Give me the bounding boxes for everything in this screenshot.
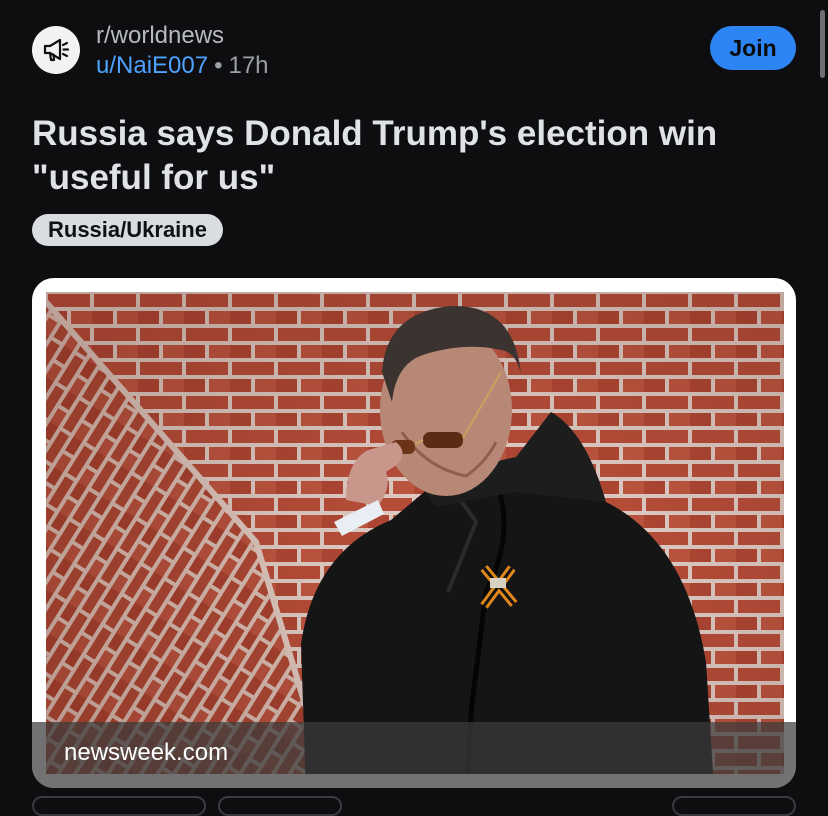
post-meta: u/NaiE007 • 17h [96,52,269,80]
scrollbar[interactable] [820,10,825,78]
subreddit-name[interactable]: r/worldnews [96,22,224,50]
author-username[interactable]: u/NaiE007 [96,52,208,79]
subreddit-avatar[interactable] [32,26,80,74]
vote-pill[interactable] [32,796,206,816]
meta-separator: • [214,52,223,79]
post-title[interactable]: Russia says Donald Trump's election win … [32,112,792,200]
share-pill[interactable] [672,796,796,816]
domain-bar: newsweek.com [32,722,796,788]
article-thumbnail [46,292,784,774]
action-bar-peek [32,796,796,816]
join-button[interactable]: Join [710,26,796,70]
link-domain[interactable]: newsweek.com [64,739,228,767]
post-timestamp: 17h [228,52,269,79]
comments-pill[interactable] [218,796,342,816]
link-preview-card[interactable]: newsweek.com [32,278,796,788]
megaphone-icon [43,38,70,62]
post-flair[interactable]: Russia/Ukraine [32,214,223,246]
post-header: r/worldnews u/NaiE007 • 17h Join [32,22,796,79]
